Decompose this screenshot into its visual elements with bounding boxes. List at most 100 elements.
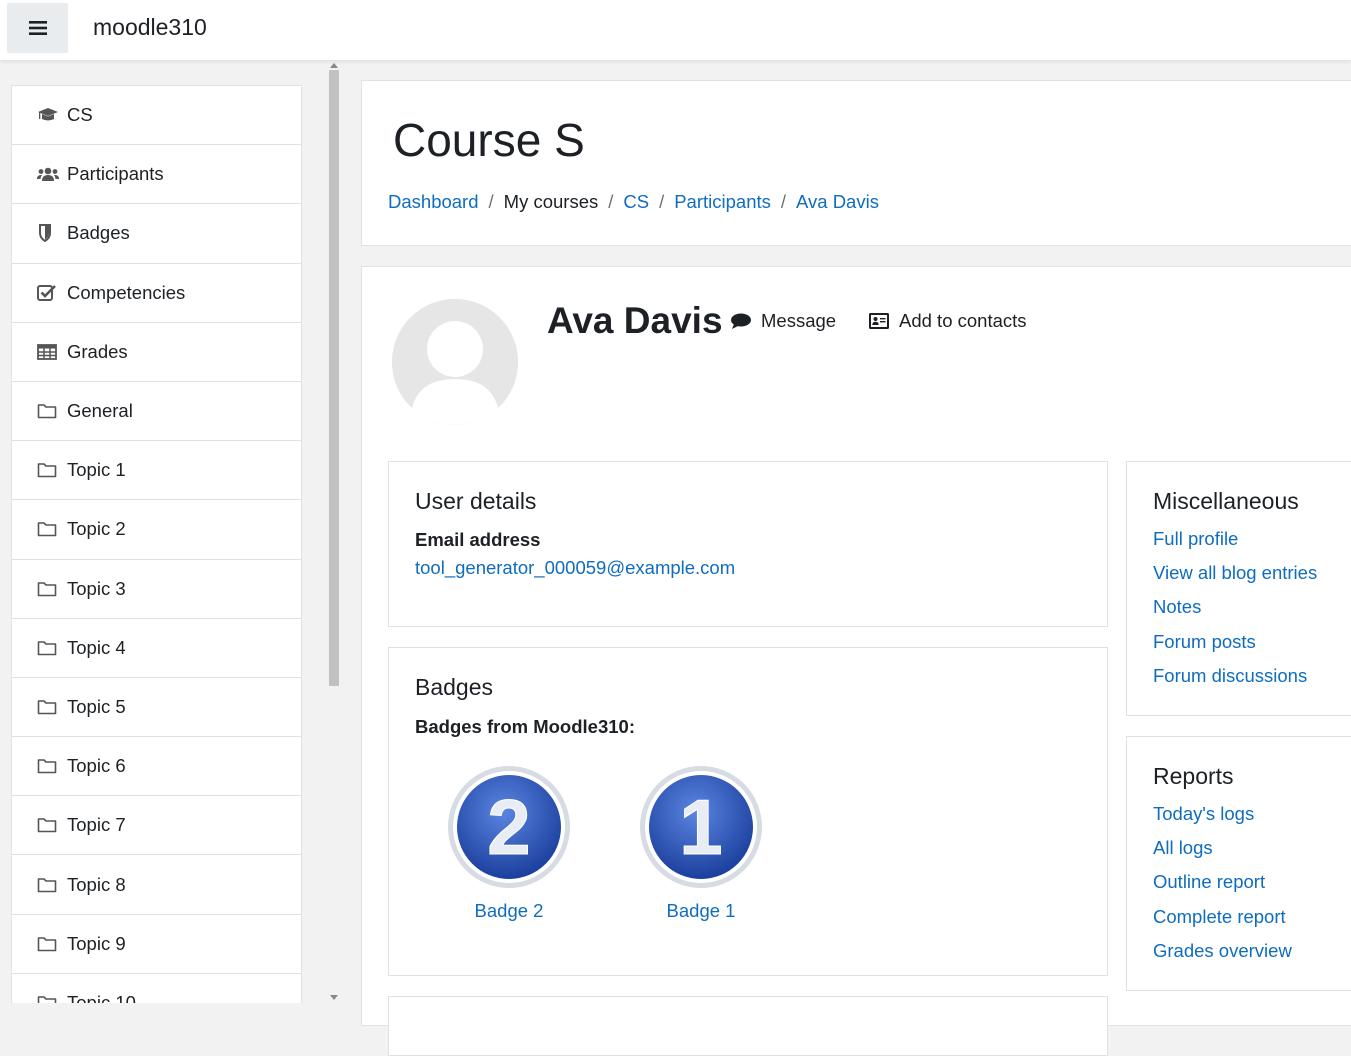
complete-report-link[interactable]: Complete report <box>1153 906 1286 927</box>
breadcrumb-participants[interactable]: Participants <box>674 191 771 213</box>
badge-link[interactable]: Badge 2 <box>444 900 574 922</box>
nav-item-topic-7[interactable]: Topic 7 <box>12 796 301 856</box>
nav-item-topic-8[interactable]: Topic 8 <box>12 855 301 915</box>
nav-item-topic-10[interactable]: Topic 10 <box>12 974 301 1003</box>
table-icon <box>37 343 59 361</box>
scroll-up-arrow-icon[interactable] <box>330 63 338 68</box>
nav-drawer: CS Participants Badges Competencies Grad… <box>0 60 343 1003</box>
miscellaneous-links: Full profile View all blog entries Notes… <box>1153 528 1317 699</box>
breadcrumb-cs[interactable]: CS <box>623 191 649 213</box>
page-header-card: Course S Dashboard / My courses / CS / P… <box>361 80 1351 246</box>
nav-item-competencies[interactable]: Competencies <box>12 264 301 323</box>
user-silhouette-icon <box>392 299 518 425</box>
nav-list: CS Participants Badges Competencies Grad… <box>11 85 302 1003</box>
graduation-cap-icon <box>37 106 59 124</box>
profile-card: Ava Davis Message Add to contacts User d… <box>361 266 1351 1056</box>
breadcrumb-separator: / <box>488 191 494 212</box>
user-fullname: Ava Davis <box>547 300 723 341</box>
folder-icon <box>37 461 59 479</box>
page-title: Course S <box>393 114 585 166</box>
nav-item-topic-5[interactable]: Topic 5 <box>12 678 301 738</box>
nav-item-topic-2[interactable]: Topic 2 <box>12 500 301 560</box>
outline-report-link[interactable]: Outline report <box>1153 871 1265 892</box>
folder-icon <box>37 816 59 834</box>
message-label: Message <box>761 310 837 331</box>
message-button[interactable]: Message <box>730 310 836 332</box>
todays-logs-link[interactable]: Today's logs <box>1153 803 1254 824</box>
nav-item-cs[interactable]: CS <box>12 86 301 146</box>
nav-item-label: Topic 10 <box>67 991 136 1003</box>
folder-icon <box>37 698 59 716</box>
blog-entries-link[interactable]: View all blog entries <box>1153 562 1317 583</box>
reports-links: Today's logs All logs Outline report Com… <box>1153 803 1292 974</box>
site-name-link[interactable]: moodle310 <box>93 14 207 41</box>
folder-icon <box>37 402 59 420</box>
badge-link[interactable]: Badge 1 <box>636 900 766 922</box>
folder-icon <box>37 639 59 657</box>
breadcrumb-dashboard[interactable]: Dashboard <box>388 191 479 213</box>
breadcrumb-my-courses: My courses <box>503 191 599 212</box>
grades-overview-link[interactable]: Grades overview <box>1153 940 1292 961</box>
hamburger-icon <box>28 21 47 35</box>
drawer-scrollbar[interactable] <box>328 60 340 1003</box>
nav-item-label: Topic 5 <box>67 695 126 717</box>
nav-item-label: Grades <box>67 340 128 362</box>
all-logs-link[interactable]: All logs <box>1153 837 1213 858</box>
email-address-label: Email address <box>415 529 541 550</box>
nav-item-label: Topic 8 <box>67 873 126 895</box>
scroll-down-arrow-icon[interactable] <box>330 995 338 1000</box>
add-to-contacts-button[interactable]: Add to contacts <box>868 310 1027 332</box>
forum-discussions-link[interactable]: Forum discussions <box>1153 665 1307 686</box>
next-section <box>388 996 1108 1056</box>
drawer-toggle-button[interactable] <box>7 3 68 53</box>
users-icon <box>37 165 59 183</box>
badges-from-label: Badges from Moodle310: <box>415 716 635 737</box>
scroll-thumb[interactable] <box>329 70 339 686</box>
badges-section: Badges Badges from Moodle310: 2 Badge 2 <box>388 647 1108 976</box>
nav-item-grades[interactable]: Grades <box>12 323 301 382</box>
badge-item[interactable]: 2 Badge 2 <box>444 764 574 922</box>
user-details-section: User details Email address tool_generato… <box>388 461 1108 627</box>
badge-2-icon: 2 <box>448 766 570 888</box>
miscellaneous-title: Miscellaneous <box>1153 488 1299 514</box>
speech-bubble-icon <box>731 313 751 329</box>
nav-item-topic-3[interactable]: Topic 3 <box>12 560 301 619</box>
folder-icon <box>37 876 59 894</box>
add-contacts-label: Add to contacts <box>899 310 1027 331</box>
notes-link[interactable]: Notes <box>1153 596 1201 617</box>
folder-icon <box>37 935 59 953</box>
nav-item-label: Competencies <box>67 281 186 303</box>
svg-text:2: 2 <box>487 783 530 871</box>
nav-item-general[interactable]: General <box>12 382 301 442</box>
folder-icon <box>37 757 59 775</box>
nav-item-badges[interactable]: Badges <box>12 204 301 264</box>
badge-item[interactable]: 1 Badge 1 <box>636 764 766 922</box>
nav-item-topic-4[interactable]: Topic 4 <box>12 619 301 678</box>
check-square-icon <box>37 284 59 302</box>
top-navbar: moodle310 <box>0 0 1351 60</box>
forum-posts-link[interactable]: Forum posts <box>1153 631 1256 652</box>
breadcrumb: Dashboard / My courses / CS / Participan… <box>388 191 879 213</box>
email-address-link[interactable]: tool_generator_000059@example.com <box>415 557 735 579</box>
nav-item-label: Participants <box>67 163 164 185</box>
nav-item-participants[interactable]: Participants <box>12 145 301 205</box>
nav-item-topic-9[interactable]: Topic 9 <box>12 915 301 974</box>
badge-1-icon: 1 <box>640 766 762 888</box>
reports-title: Reports <box>1153 763 1234 789</box>
nav-item-label: Badges <box>67 222 130 244</box>
breadcrumb-ava-davis[interactable]: Ava Davis <box>796 191 879 213</box>
nav-item-label: Topic 2 <box>67 518 126 540</box>
nav-item-label: Topic 9 <box>67 932 126 954</box>
breadcrumb-separator: / <box>780 191 787 212</box>
full-profile-link[interactable]: Full profile <box>1153 528 1238 549</box>
breadcrumb-separator: / <box>608 191 614 212</box>
folder-icon <box>37 580 59 598</box>
nav-item-label: General <box>67 400 133 422</box>
avatar <box>392 299 518 425</box>
nav-item-topic-6[interactable]: Topic 6 <box>12 737 301 797</box>
shield-icon <box>37 224 59 243</box>
breadcrumb-separator: / <box>659 191 665 212</box>
nav-item-topic-1[interactable]: Topic 1 <box>12 441 301 501</box>
nav-item-label: Topic 6 <box>67 755 126 777</box>
nav-item-label: Topic 4 <box>67 636 126 658</box>
